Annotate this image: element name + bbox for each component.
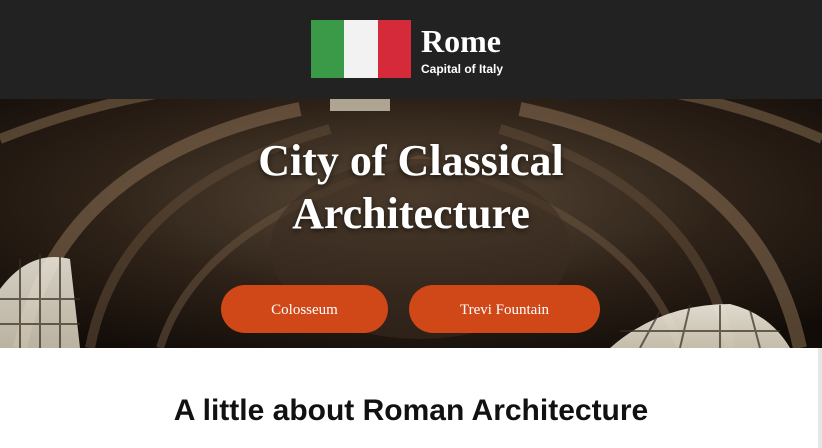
- colosseum-button[interactable]: Colosseum: [221, 285, 388, 333]
- trevi-fountain-button[interactable]: Trevi Fountain: [409, 285, 600, 333]
- flag-white-band: [344, 20, 378, 78]
- site-subtitle: Capital of Italy: [421, 62, 504, 76]
- hero-title: City of Classical Architecture: [258, 136, 564, 238]
- page-scrollbar[interactable]: [818, 348, 822, 448]
- site-header: Rome Capital of Italy: [0, 0, 822, 99]
- about-heading: A little about Roman Architecture: [173, 394, 649, 427]
- flag-red-band: [377, 20, 411, 78]
- flag-green-band: [311, 20, 345, 78]
- italy-flag-icon: [311, 20, 411, 78]
- site-title[interactable]: Rome: [421, 22, 501, 60]
- hero-banner: City of Classical Architecture Colosseum…: [0, 99, 822, 348]
